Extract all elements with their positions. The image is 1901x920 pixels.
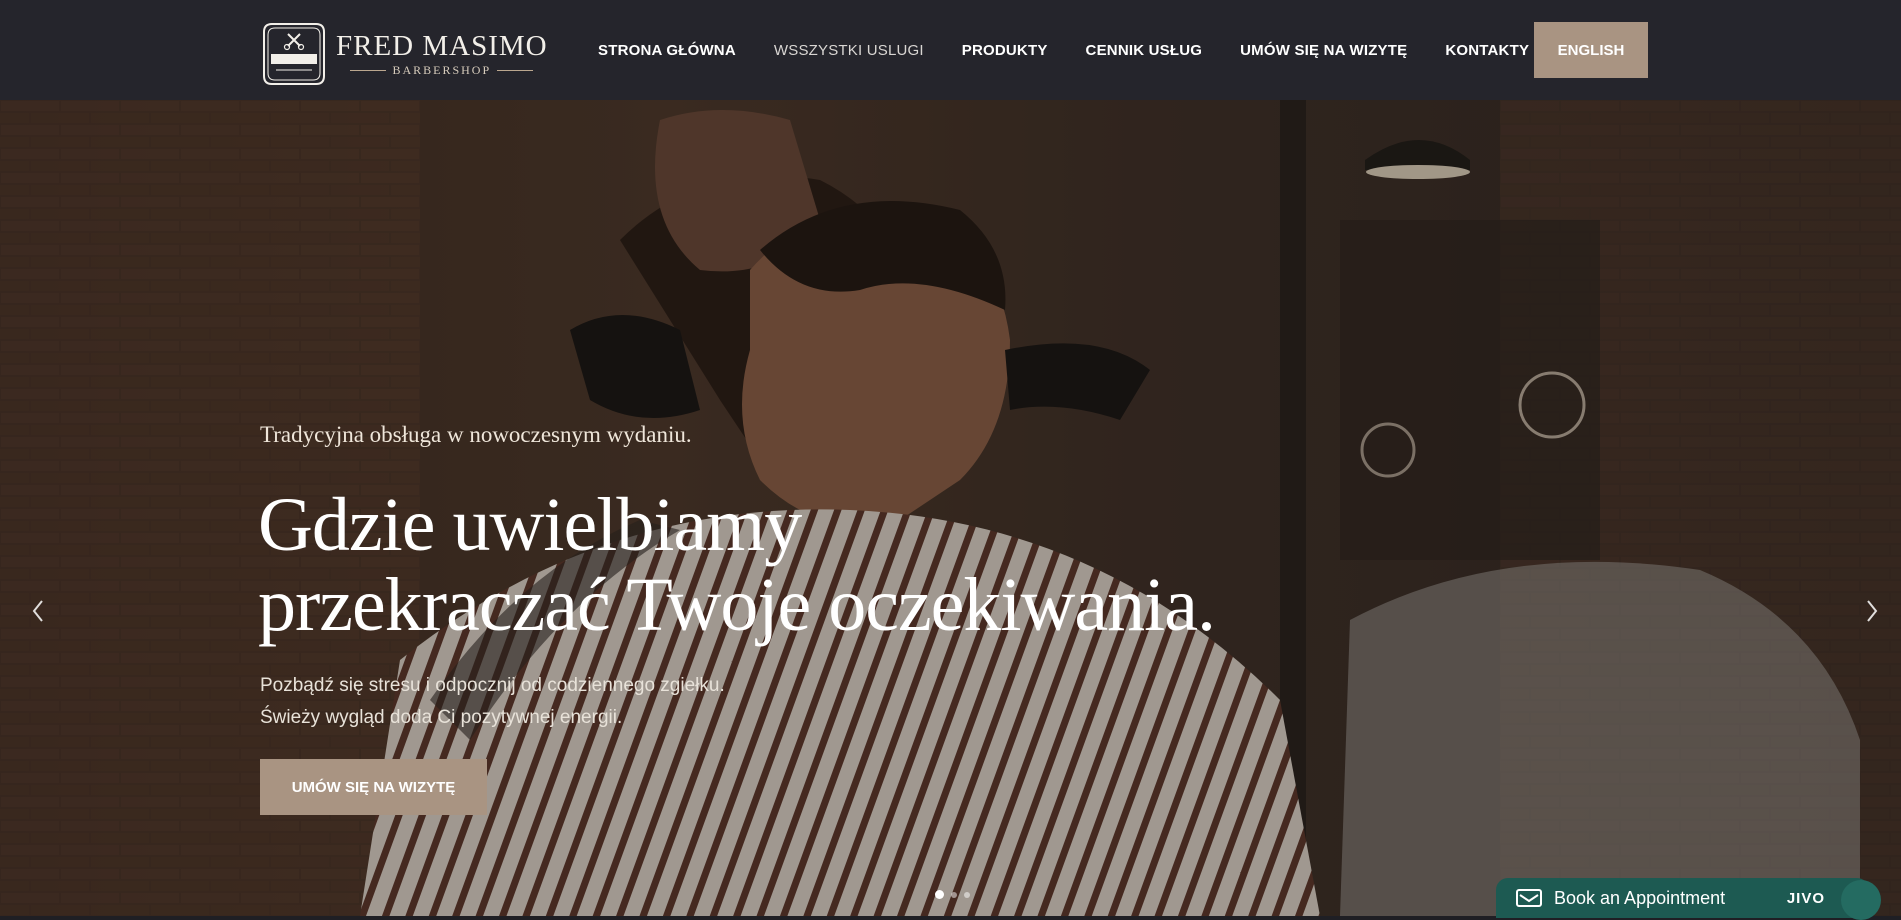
logo-divider (350, 69, 387, 71)
slider-dot[interactable] (964, 891, 970, 898)
nav-item-pricing[interactable]: CENNIK USŁUG (1086, 42, 1203, 59)
chat-widget[interactable]: Book an Appointment JIVO (1496, 878, 1869, 918)
hero-description: Pozbądź się stresu i odpocznij od codzie… (260, 670, 725, 734)
hero-headline-line: przekraczać Twoje oczekiwania. (258, 563, 1216, 647)
chat-widget-label: Book an Appointment (1554, 887, 1726, 908)
chevron-left-icon[interactable] (26, 595, 50, 627)
chat-brand-logo: JIVO (1786, 889, 1825, 907)
slider-pagination (935, 890, 970, 899)
envelope-icon (1516, 889, 1542, 907)
hero-tagline: Tradycyjna obsługa w nowoczesnym wydaniu… (260, 422, 692, 447)
nav-item-services[interactable]: WSSZYSTKI USLUGI (774, 42, 924, 59)
slider-dot[interactable] (935, 890, 944, 899)
slider-dot[interactable] (951, 891, 957, 898)
hero-slider: Tradycyjna obsługa w nowoczesnym wydaniu… (0, 100, 1901, 916)
logo-subtitle: BARBERSHOP (392, 62, 492, 77)
nav-item-booking[interactable]: UMÓW SIĘ NA WIZYTĘ (1240, 42, 1407, 59)
hero-headline: Gdzie uwielbiamy przekraczać Twoje oczek… (258, 483, 1216, 647)
hero-description-line: Pozbądź się stresu i odpocznij od codzie… (260, 675, 725, 696)
main-nav: STRONA GŁÓWNA WSSZYSTKI USLUGI PRODUKTY … (598, 0, 1567, 100)
chat-bubble-icon[interactable] (1841, 880, 1881, 920)
hero-description-line: Świeży wygląd doda Ci pozytywnej energii… (260, 707, 623, 728)
nav-item-home[interactable]: STRONA GŁÓWNA (598, 42, 736, 59)
nav-item-contact[interactable]: KONTAKTY (1445, 42, 1529, 59)
book-appointment-button[interactable]: UMÓW SIĘ NA WIZYTĘ (260, 759, 487, 815)
site-logo[interactable]: FRED MASIMO BARBERSHOP (258, 18, 548, 90)
site-header: FRED MASIMO BARBERSHOP STRONA GŁÓWNA WSS… (0, 0, 1901, 100)
language-switch-button[interactable]: ENGLISH (1534, 22, 1648, 78)
logo-divider (497, 69, 534, 71)
chevron-right-icon[interactable] (1860, 595, 1884, 627)
logo-badge-icon (263, 23, 325, 85)
logo-name: FRED MASIMO (336, 29, 548, 62)
hero-headline-line: Gdzie uwielbiamy (258, 483, 802, 567)
nav-item-products[interactable]: PRODUKTY (962, 42, 1048, 59)
logo-text: FRED MASIMO BARBERSHOP (336, 31, 548, 78)
